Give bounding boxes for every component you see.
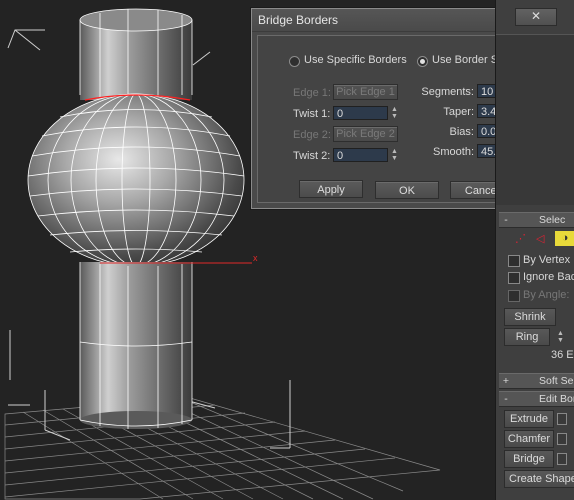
vertex-mode-icon[interactable]: ⋰ bbox=[515, 232, 527, 245]
smooth-label: Smooth: bbox=[433, 146, 474, 158]
use-border-selection-radio[interactable] bbox=[417, 56, 428, 67]
twist1-label: Twist 1: bbox=[293, 108, 331, 120]
bottom-cylinder bbox=[79, 262, 252, 429]
twist2-label: Twist 2: bbox=[293, 150, 331, 162]
edge-mode-icon[interactable]: ◁ bbox=[536, 232, 548, 245]
twist1-spinner[interactable]: ▲ ▼ bbox=[390, 106, 399, 120]
sphere-mesh bbox=[27, 93, 245, 267]
axis-x-label: x bbox=[253, 253, 258, 263]
by-angle-label: By Angle: bbox=[523, 289, 570, 301]
extrude-settings-icon[interactable] bbox=[557, 413, 567, 425]
twist1-field[interactable]: 0 bbox=[333, 106, 388, 120]
selection-rollout-header[interactable]: - Selec bbox=[499, 212, 574, 228]
edit-borders-rollout-title: Edit Bor bbox=[539, 393, 574, 405]
edge2-label: Edge 2: bbox=[293, 129, 331, 141]
selection-count: 36 Ed bbox=[551, 349, 574, 361]
soft-selection-rollout-header[interactable]: +Soft Sele bbox=[499, 373, 574, 389]
edit-borders-rollout-header[interactable]: - Edit Bor bbox=[499, 391, 574, 407]
taper-label: Taper: bbox=[443, 106, 474, 118]
by-vertex-checkbox[interactable] bbox=[508, 255, 520, 267]
twist2-spinner[interactable]: ▲ ▼ bbox=[390, 148, 399, 162]
extrude-button[interactable]: Extrude bbox=[504, 410, 554, 428]
shrink-button[interactable]: Shrink bbox=[504, 308, 556, 326]
ground-grid bbox=[4, 397, 441, 500]
chamfer-settings-icon[interactable] bbox=[557, 433, 567, 445]
border-mode-icon[interactable]: ◑ bbox=[555, 231, 574, 246]
soft-selection-rollout-title: Soft Sele bbox=[539, 375, 574, 387]
use-specific-borders-radio[interactable] bbox=[289, 56, 300, 67]
edge1-label: Edge 1: bbox=[293, 87, 331, 99]
twist2-field[interactable]: 0 bbox=[333, 148, 388, 162]
ignore-backfacing-checkbox[interactable] bbox=[508, 272, 520, 284]
ring-spinner[interactable]: ▲ ▼ bbox=[556, 330, 565, 344]
ignore-backfacing-label: Ignore Back bbox=[523, 271, 574, 283]
pick-edge1-button[interactable]: Pick Edge 1 bbox=[333, 84, 398, 100]
by-vertex-label: By Vertex bbox=[523, 254, 571, 266]
selection-rollout-title: Selec bbox=[539, 214, 566, 226]
dialog-title: Bridge Borders bbox=[258, 13, 339, 27]
segments-label: Segments: bbox=[421, 86, 474, 98]
ring-button[interactable]: Ring bbox=[504, 328, 550, 346]
command-panel: ✕ -Selec ⋰ ◁ ◑ By Vertex Ignore Back By … bbox=[495, 0, 574, 500]
by-angle-checkbox[interactable] bbox=[508, 290, 520, 302]
panel-upper-area bbox=[496, 34, 574, 205]
top-cylinder bbox=[79, 8, 193, 100]
bias-label: Bias: bbox=[449, 126, 474, 138]
chamfer-button[interactable]: Chamfer bbox=[504, 430, 554, 448]
close-button[interactable]: ✕ bbox=[515, 8, 557, 26]
bridge-button[interactable]: Bridge bbox=[504, 450, 554, 468]
bridge-settings-icon[interactable] bbox=[557, 453, 567, 465]
apply-button[interactable]: Apply bbox=[299, 180, 363, 198]
pick-edge2-button[interactable]: Pick Edge 2 bbox=[333, 126, 398, 142]
use-specific-borders-label[interactable]: Use Specific Borders bbox=[304, 54, 407, 66]
close-icon: ✕ bbox=[530, 9, 542, 23]
ok-button[interactable]: OK bbox=[375, 181, 439, 199]
create-shape-button[interactable]: Create Shape F bbox=[504, 470, 574, 488]
